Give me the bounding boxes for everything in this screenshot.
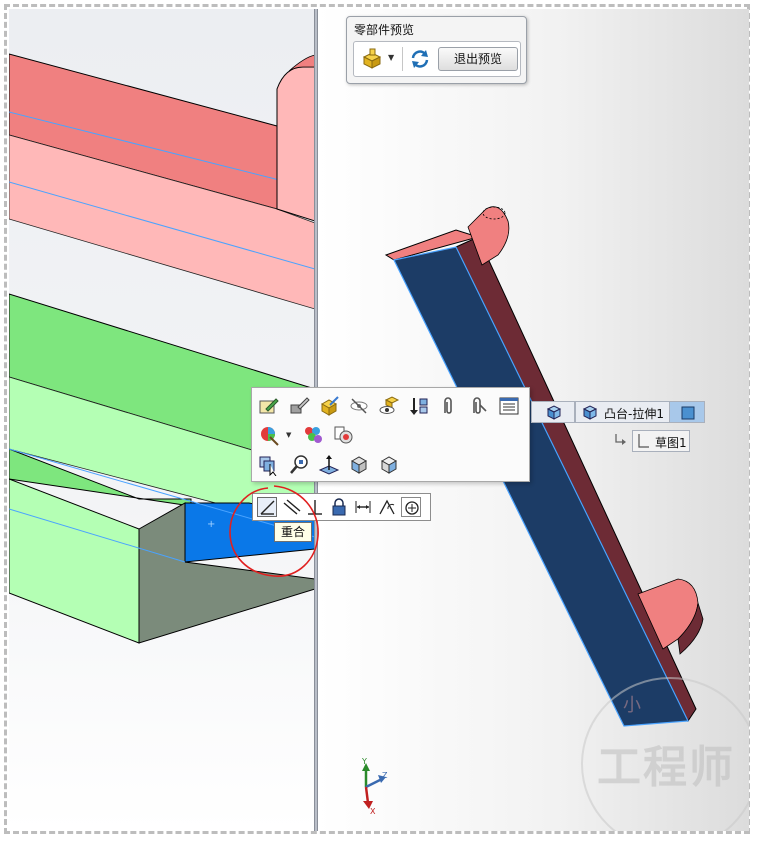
appearance-icon[interactable] xyxy=(318,395,340,417)
edit-feature-icon[interactable] xyxy=(288,395,310,417)
preview-title: 零部件预览 xyxy=(354,23,415,37)
green-front-face xyxy=(9,478,140,644)
toolbar-separator xyxy=(402,47,403,71)
triad-x-label: X xyxy=(370,807,376,816)
preview-toolbar: ▼ 退出预览 xyxy=(353,41,521,77)
dropdown-caret-icon[interactable]: ▼ xyxy=(388,53,398,63)
coordinate-triad: Y Z X xyxy=(348,757,396,819)
equal-icon[interactable] xyxy=(353,497,373,517)
paperclip-icon[interactable] xyxy=(438,395,460,417)
refresh-icon[interactable] xyxy=(408,47,432,71)
breadcrumb-feature-label: 凸台-拉伸1 xyxy=(604,407,664,421)
fix-icon[interactable] xyxy=(329,497,349,517)
view-orientation-icon[interactable] xyxy=(348,454,370,476)
breadcrumb-face-item[interactable] xyxy=(669,401,705,423)
properties-icon[interactable] xyxy=(498,395,520,417)
red-annotation-circle xyxy=(229,485,319,577)
select-other-icon[interactable] xyxy=(258,454,280,476)
view-cube-icon[interactable] xyxy=(378,454,400,476)
part-icon[interactable] xyxy=(360,47,386,71)
child-arrow-icon xyxy=(612,432,628,448)
breadcrumb-sketch-item[interactable]: 草图1 xyxy=(632,430,690,452)
color-dropdown-caret-icon[interactable]: ▼ xyxy=(286,431,291,439)
hide-icon[interactable] xyxy=(348,395,370,417)
show-icon[interactable] xyxy=(378,395,400,417)
rollback-icon[interactable] xyxy=(408,395,430,417)
triad-y-label: Y xyxy=(362,757,367,766)
watermark-text: 工程师 xyxy=(597,742,735,793)
bar-front-face xyxy=(393,246,689,727)
appearance-cubes-icon[interactable] xyxy=(302,424,324,446)
color-icon[interactable] xyxy=(258,424,280,446)
tangent-icon[interactable] xyxy=(377,497,397,517)
context-toolbar: ▼ xyxy=(251,387,530,482)
breadcrumb-part-item[interactable] xyxy=(531,401,575,423)
concentric-icon[interactable] xyxy=(401,497,421,517)
edit-sketch-icon[interactable] xyxy=(258,395,280,417)
red-boss xyxy=(276,66,315,222)
triad-z-label: Z xyxy=(382,771,388,780)
watermark-small-text: 小 xyxy=(623,695,641,716)
origin-plus: + xyxy=(207,519,215,530)
normal-to-icon[interactable] xyxy=(318,454,340,476)
breadcrumb-sketch-label: 草图1 xyxy=(655,436,687,450)
part-appearance-icon[interactable] xyxy=(332,424,354,446)
exit-preview-button[interactable]: 退出预览 xyxy=(438,47,518,71)
component-preview-panel: 零部件预览 ▼ 退出预览 xyxy=(346,16,527,84)
paperclip-alt-icon[interactable] xyxy=(468,395,490,417)
zoom-to-selection-icon[interactable] xyxy=(288,454,310,476)
